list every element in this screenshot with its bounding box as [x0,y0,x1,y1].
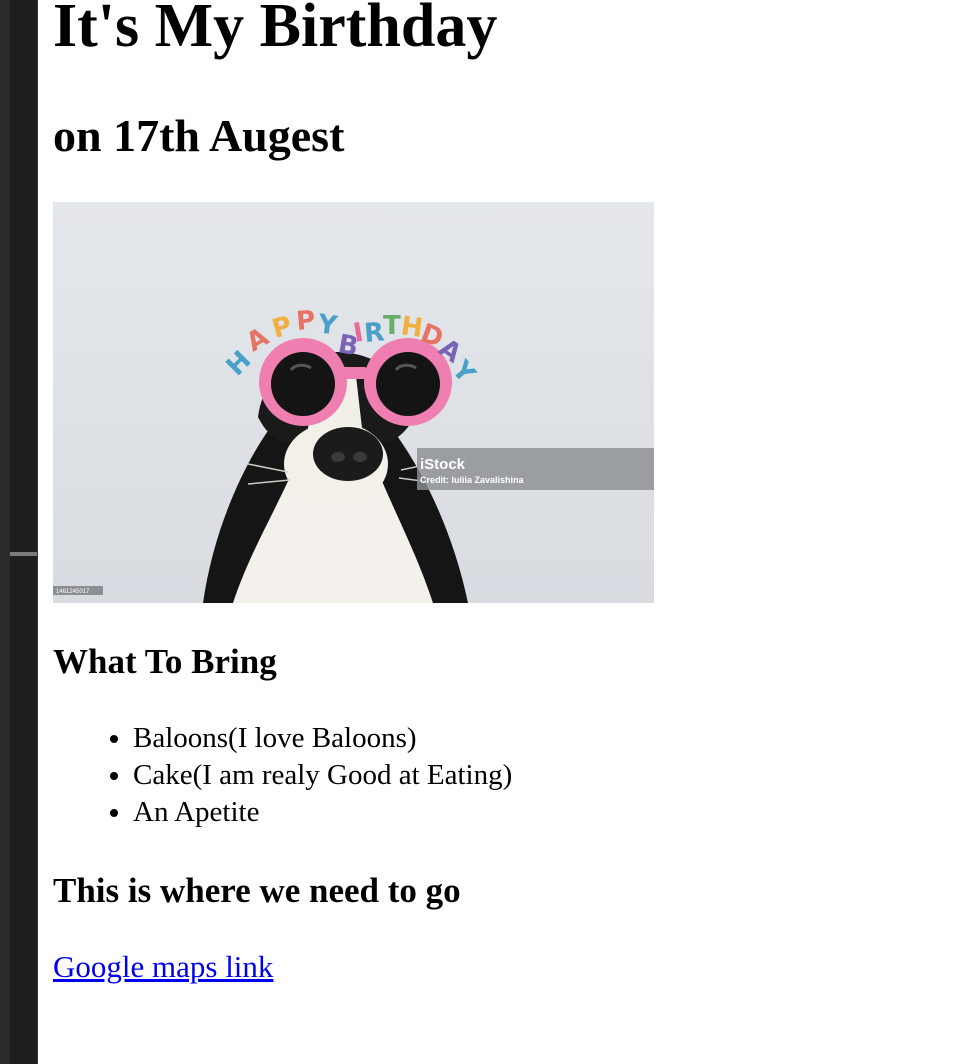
watermark-brand: iStock [420,456,466,473]
watermark-credit: Credit: Iuliia Zavalishina [420,475,525,485]
list-item: An Apetite [133,794,512,831]
list-item: Cake(I am realy Good at Eating) [133,757,512,794]
location-heading: This is where we need to go [53,871,461,910]
list-item: Baloons(I love Baloons) [133,720,512,757]
birthday-dog-photo: H A P P Y B I R T H D A Y iStock Credit:… [53,202,654,603]
svg-text:T: T [383,311,401,341]
page-subtitle: on 17th Augest [53,110,345,161]
sidebar-resize-handle[interactable] [10,552,37,556]
editor-sidebar-rail [10,0,38,1064]
bring-list: Baloons(I love Baloons) Cake(I am realy … [53,720,512,831]
svg-text:P: P [295,305,317,337]
page-title: It's My Birthday [53,0,498,60]
google-maps-link[interactable]: Google maps link [53,947,273,987]
stock-id: 1461245017 [56,589,90,595]
what-to-bring-heading: What To Bring [53,642,277,681]
editor-sidebar-strip [0,0,10,1064]
